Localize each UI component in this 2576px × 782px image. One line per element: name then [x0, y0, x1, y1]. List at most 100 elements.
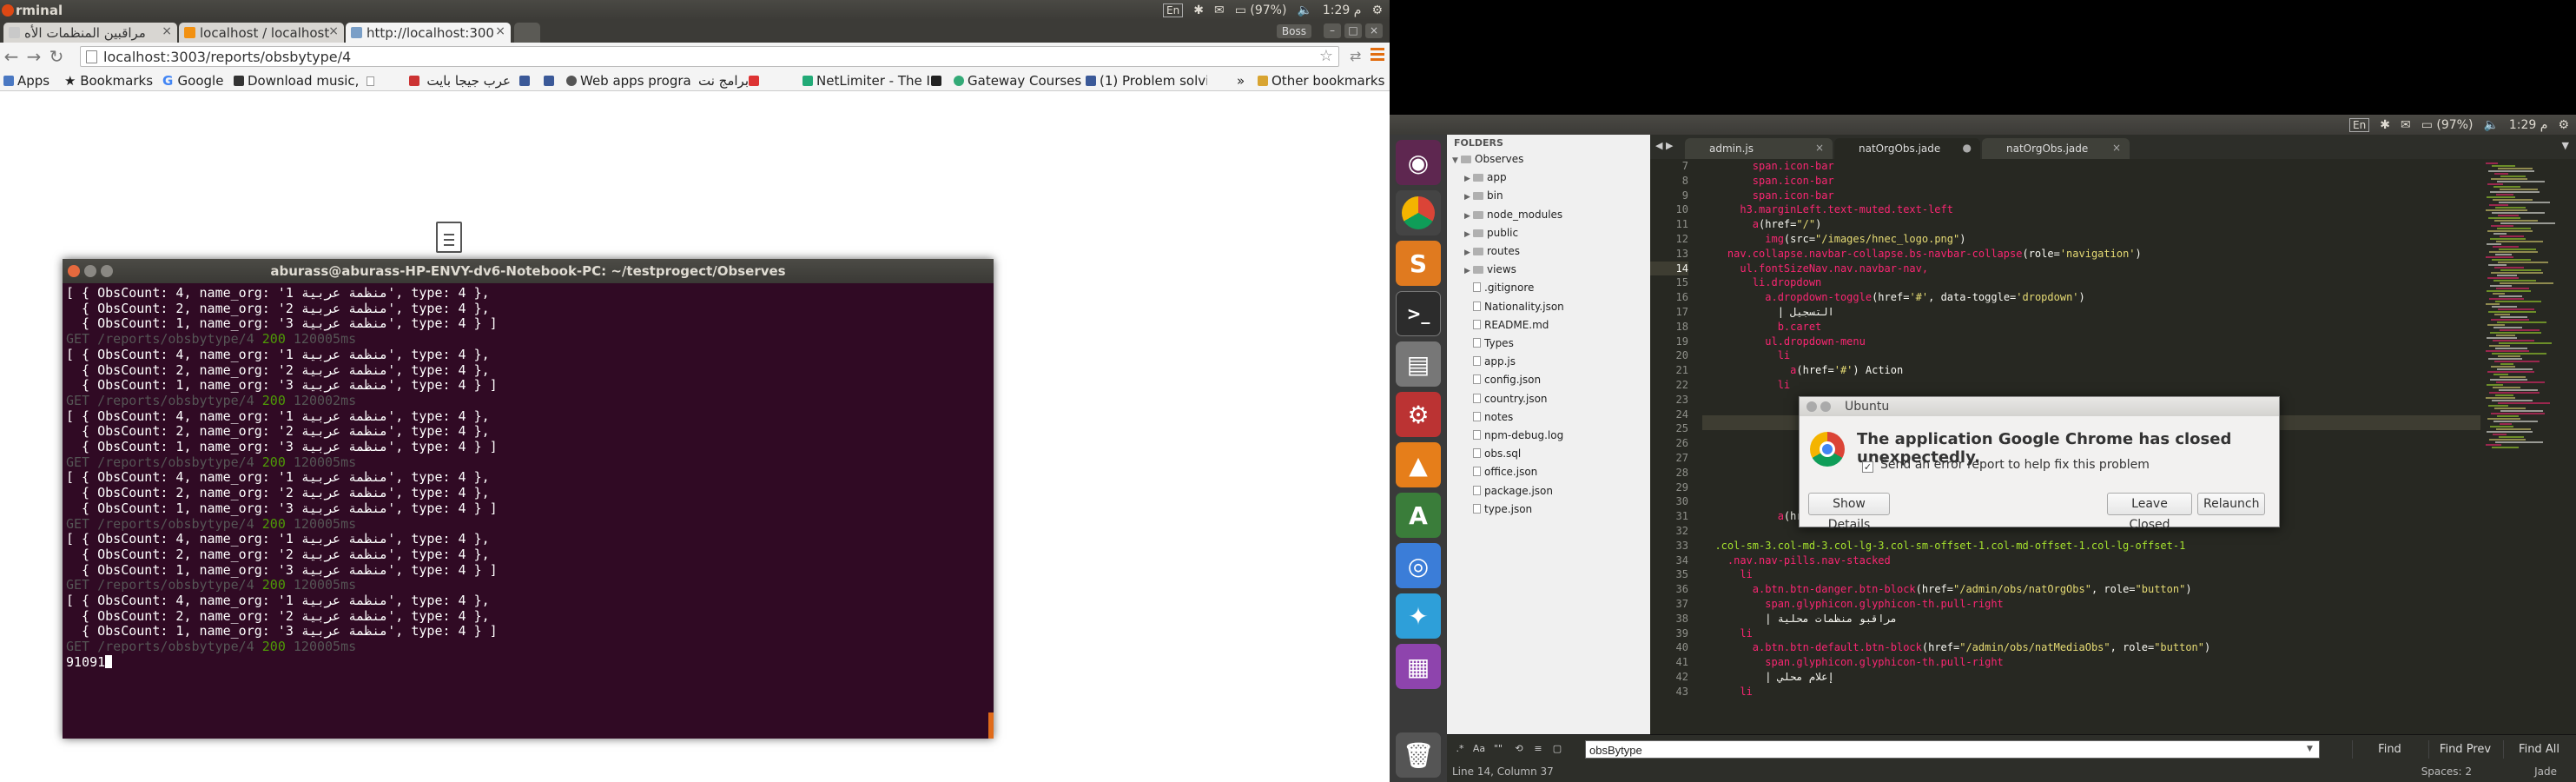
tab-natorgobs-jade-2[interactable]: natOrgObs.jade ×: [1982, 138, 2130, 159]
file-item[interactable]: Types: [1473, 337, 1514, 349]
close-icon[interactable]: ×: [328, 24, 339, 38]
battery-indicator[interactable]: ▭ (97%): [1235, 3, 1287, 17]
maximize-icon[interactable]: □: [1344, 23, 1362, 38]
battery-indicator[interactable]: ▭ (97%): [2421, 118, 2474, 132]
workspace-switcher-icon[interactable]: ▦: [1396, 644, 1441, 689]
folder-app[interactable]: ▶ app: [1464, 171, 1507, 183]
tab-natorgobs-jade-active[interactable]: natOrgObs.jade ●: [1834, 138, 1980, 159]
keyboard-indicator[interactable]: En: [1163, 3, 1184, 17]
mail-icon[interactable]: ✉: [2401, 118, 2411, 132]
chrome-menu-icon[interactable]: [1371, 48, 1384, 63]
file-item[interactable]: notes: [1473, 411, 1513, 423]
terminal-output[interactable]: [ { ObsCount: 4, name_org: 'منظمة عربية …: [63, 283, 994, 735]
gear-icon[interactable]: ⚙: [2558, 118, 2569, 132]
close-icon[interactable]: ×: [1365, 23, 1383, 38]
file-item[interactable]: type.json: [1473, 503, 1532, 515]
new-tab-button[interactable]: [514, 23, 540, 43]
close-icon[interactable]: ×: [1815, 142, 1824, 154]
in-selection-toggle-icon[interactable]: ≡: [1530, 741, 1546, 757]
terminal-window[interactable]: aburass@aburass-HP-ENVY-dv6-Notebook-PC:…: [63, 259, 994, 739]
star-icon[interactable]: ☆: [1319, 47, 1333, 65]
whole-word-toggle-icon[interactable]: "": [1490, 741, 1506, 757]
bookmark-blank[interactable]: [367, 73, 378, 89]
bookmark-other[interactable]: Other bookmarks: [1258, 73, 1384, 89]
folder-root-observes[interactable]: ▼ Observes: [1452, 153, 1523, 165]
bookmark-facebook-2[interactable]: [544, 73, 558, 89]
bookmark-download-music[interactable]: Download music,: [234, 73, 364, 89]
file-item[interactable]: Nationality.json: [1473, 301, 1564, 313]
chromium-icon[interactable]: ◎: [1396, 543, 1441, 588]
tab-3[interactable]: http://localhost:300 ×: [346, 23, 511, 43]
bookmarks-overflow[interactable]: »: [1237, 73, 1245, 89]
extension-icon[interactable]: ⇄: [1350, 48, 1361, 64]
highlight-toggle-icon[interactable]: ▢: [1549, 741, 1565, 757]
dash-icon[interactable]: ◉: [1396, 140, 1441, 185]
tab-2[interactable]: localhost / localhost ×: [179, 23, 344, 43]
user-badge[interactable]: Boss: [1276, 24, 1311, 38]
find-button[interactable]: Find: [2352, 740, 2427, 759]
send-report-checkbox[interactable]: ✓ Send an error report to help fix this p…: [1862, 458, 2150, 473]
close-icon[interactable]: ×: [2112, 142, 2121, 154]
folder-routes[interactable]: ▶ routes: [1464, 245, 1520, 257]
system-settings-icon[interactable]: ⚙: [1396, 392, 1441, 437]
terminal-titlebar[interactable]: aburass@aburass-HP-ENVY-dv6-Notebook-PC:…: [63, 259, 994, 283]
find-history-icon[interactable]: ▼: [2307, 745, 2313, 753]
terminal-launcher-icon[interactable]: >_: [1396, 291, 1441, 336]
leave-closed-button[interactable]: Leave Closed: [2107, 493, 2192, 532]
shotwell-icon[interactable]: ✦: [1396, 593, 1441, 639]
mail-icon[interactable]: ✉: [1214, 3, 1225, 17]
clock[interactable]: 1:29 م: [1323, 3, 1362, 17]
volume-icon[interactable]: 🔈: [2483, 118, 2498, 132]
folder-views[interactable]: ▶ views: [1464, 263, 1516, 275]
volume-icon[interactable]: 🔈: [1297, 3, 1311, 17]
relaunch-button[interactable]: Relaunch: [2197, 493, 2265, 515]
chrome-launcher-icon[interactable]: [1396, 190, 1441, 235]
tab-dropdown-icon[interactable]: ▼: [2562, 140, 2569, 151]
gear-icon[interactable]: ⚙: [1371, 3, 1383, 17]
minimize-icon[interactable]: [84, 265, 96, 277]
forward-arrow-icon[interactable]: →: [23, 46, 45, 67]
bookmark-bookmarks[interactable]: ★ Bookmarks: [64, 73, 153, 89]
bookmark-apps[interactable]: Apps: [3, 73, 50, 89]
find-all-button[interactable]: Find All: [2503, 740, 2574, 759]
file-item[interactable]: README.md: [1473, 319, 1549, 331]
file-item[interactable]: .gitignore: [1473, 282, 1534, 294]
close-icon[interactable]: ×: [162, 24, 172, 38]
syntax-mode[interactable]: Jade: [2534, 762, 2557, 782]
tab-nav-arrows-icon[interactable]: ◀ ▶: [1655, 140, 1673, 151]
minimize-icon[interactable]: [1820, 401, 1831, 412]
folder-node-modules[interactable]: ▶ node_modules: [1464, 209, 1562, 221]
vlc-icon[interactable]: ▲: [1396, 442, 1441, 487]
software-center-icon[interactable]: A: [1396, 493, 1441, 538]
close-icon[interactable]: [68, 265, 80, 277]
find-input[interactable]: [1585, 740, 2320, 759]
trash-icon[interactable]: 🗑: [1396, 732, 1441, 778]
find-prev-button[interactable]: Find Prev: [2428, 740, 2501, 759]
file-item[interactable]: app.js: [1473, 355, 1516, 368]
maximize-icon[interactable]: [101, 265, 113, 277]
bookmark-site[interactable]: [931, 73, 945, 89]
bluetooth-icon[interactable]: ✱: [2380, 118, 2390, 132]
file-item[interactable]: obs.sql: [1473, 447, 1521, 460]
minimap[interactable]: [2480, 159, 2576, 724]
back-arrow-icon[interactable]: ←: [0, 46, 23, 67]
bookmark-baramej-net[interactable]: برامج نت: [698, 73, 811, 89]
folder-public[interactable]: ▶ public: [1464, 227, 1518, 239]
bookmark-problem-solving[interactable]: (1) Problem solvin: [1086, 73, 1207, 89]
case-toggle-icon[interactable]: Aa: [1471, 741, 1487, 757]
regex-toggle-icon[interactable]: .*: [1452, 741, 1468, 757]
wrap-toggle-icon[interactable]: ⟲: [1511, 741, 1527, 757]
bookmark-web-apps[interactable]: Web apps progra: [566, 73, 693, 89]
bookmark-netlimiter[interactable]: NetLimiter - The I: [803, 73, 931, 89]
file-item[interactable]: country.json: [1473, 393, 1548, 405]
checkmark-icon[interactable]: ✓: [1862, 461, 1873, 473]
tab-1[interactable]: مراقبين المنظمات الأه ×: [3, 23, 177, 43]
file-item[interactable]: office.json: [1473, 466, 1537, 478]
show-details-button[interactable]: Show Details: [1808, 493, 1890, 532]
close-icon[interactable]: [1807, 401, 1817, 412]
reload-icon[interactable]: ↻: [45, 46, 68, 67]
minimize-icon[interactable]: –: [1324, 23, 1341, 38]
bookmark-gateway[interactable]: Gateway Courses: [954, 73, 1084, 89]
modified-dot-icon[interactable]: ●: [1963, 142, 1972, 154]
keyboard-indicator[interactable]: En: [2349, 117, 2370, 132]
